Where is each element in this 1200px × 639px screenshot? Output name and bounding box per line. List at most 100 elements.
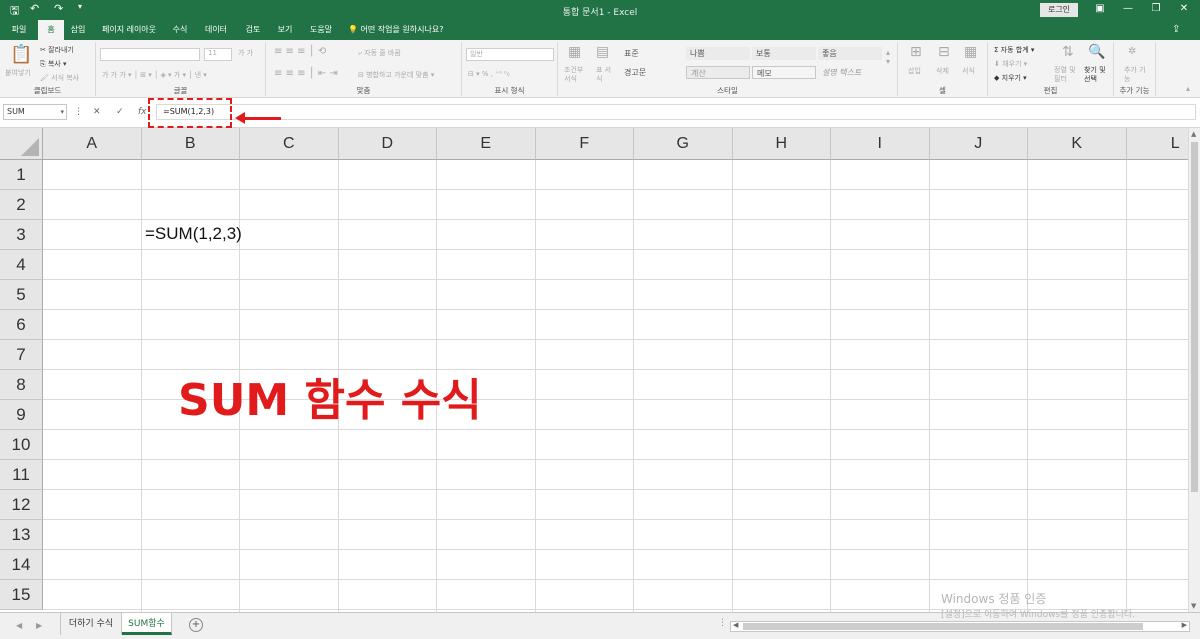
delete-cells-button[interactable]: 삭제 bbox=[936, 66, 949, 76]
column-header[interactable]: L bbox=[1126, 128, 1188, 160]
split-handle-icon[interactable]: ⋮ bbox=[718, 618, 727, 628]
styles-more-icon[interactable]: ▴ ▾ bbox=[886, 48, 890, 66]
scroll-thumb[interactable] bbox=[1191, 142, 1198, 492]
row-header[interactable]: 6 bbox=[0, 310, 43, 340]
scroll-right-icon[interactable]: ▶ bbox=[1182, 621, 1187, 629]
next-sheet-icon[interactable]: ▶ bbox=[36, 621, 42, 630]
column-header[interactable]: E bbox=[437, 128, 536, 160]
row-header[interactable]: 5 bbox=[0, 280, 43, 310]
paste-icon[interactable]: 📋 bbox=[10, 44, 32, 65]
formula-input[interactable]: =SUM(1,2,3) bbox=[156, 104, 1196, 120]
cancel-icon[interactable]: ✕ bbox=[93, 107, 101, 117]
format-painter-button[interactable]: 🖌 서식 복사 bbox=[40, 73, 79, 83]
style-warning[interactable]: 경고문 bbox=[620, 66, 684, 79]
font-grow-icon[interactable]: 가 가 bbox=[238, 48, 253, 58]
cell-b3[interactable]: =SUM(1,2,3) bbox=[145, 224, 242, 244]
enter-icon[interactable]: ✓ bbox=[116, 107, 124, 117]
column-header[interactable]: C bbox=[240, 128, 339, 160]
sort-filter-icon[interactable]: ⇅ bbox=[1062, 44, 1074, 60]
find-icon[interactable]: 🔍 bbox=[1088, 44, 1105, 60]
clear-button[interactable]: ◆ 지우기 ▾ bbox=[994, 73, 1027, 83]
hscroll-thumb[interactable] bbox=[743, 623, 1143, 630]
font-size-select[interactable]: 11 bbox=[204, 48, 232, 61]
select-all-corner[interactable] bbox=[0, 128, 43, 160]
table-format-icon[interactable]: ▤ bbox=[596, 44, 609, 60]
column-header[interactable]: B bbox=[141, 128, 240, 160]
scroll-up-icon[interactable]: ▲ bbox=[1191, 130, 1196, 138]
row-header[interactable]: 8 bbox=[0, 370, 43, 400]
sheet-tab-addition[interactable]: 더하기 수식 bbox=[60, 613, 122, 635]
sheet-tab-sum[interactable]: SUM함수 bbox=[122, 613, 172, 635]
tab-file[interactable]: 파일 bbox=[4, 20, 34, 40]
sort-filter-button[interactable]: 정렬 및 필터 bbox=[1054, 66, 1080, 84]
row-header[interactable]: 7 bbox=[0, 340, 43, 370]
insert-cells-button[interactable]: 삽입 bbox=[908, 66, 921, 76]
row-header[interactable]: 2 bbox=[0, 190, 43, 220]
fill-button[interactable]: ⬇ 채우기 ▾ bbox=[994, 59, 1027, 69]
conditional-format-icon[interactable]: ▦ bbox=[568, 44, 581, 60]
tab-insert[interactable]: 삽입 bbox=[66, 20, 90, 40]
column-header[interactable]: G bbox=[634, 128, 733, 160]
table-format-button[interactable]: 표 서식 bbox=[596, 66, 614, 84]
cut-button[interactable]: ✂ 잘라내기 bbox=[40, 45, 74, 55]
style-good[interactable]: 좋음 bbox=[818, 47, 882, 60]
paste-button[interactable]: 붙여넣기 bbox=[5, 68, 31, 78]
minimize-icon[interactable]: — bbox=[1118, 3, 1138, 14]
tab-formulas[interactable]: 수식 bbox=[168, 20, 192, 40]
align-top-icons[interactable]: ≡ ≡ ≡ │ ⟲ bbox=[274, 46, 326, 57]
style-note[interactable]: 메모 bbox=[752, 66, 816, 79]
style-explanatory[interactable]: 설명 텍스트 bbox=[818, 66, 882, 79]
add-sheet-icon[interactable]: + bbox=[189, 618, 203, 632]
style-normal[interactable]: 표준 bbox=[620, 47, 684, 60]
column-header[interactable]: K bbox=[1028, 128, 1127, 160]
tab-view[interactable]: 보기 bbox=[272, 20, 298, 40]
chevron-down-icon[interactable]: ▾ bbox=[60, 105, 64, 119]
find-select-button[interactable]: 찾기 및 선택 bbox=[1084, 66, 1112, 84]
row-header[interactable]: 1 bbox=[0, 160, 43, 190]
style-calculation[interactable]: 계산 bbox=[686, 66, 750, 79]
column-header[interactable]: I bbox=[831, 128, 930, 160]
font-name-select[interactable] bbox=[100, 48, 200, 61]
row-header[interactable]: 3 bbox=[0, 220, 43, 250]
font-style-buttons[interactable]: 가 가 가 ▾ │ ⊞ ▾ │ ◈ ▾ 가 ▾ │ 낸 ▾ bbox=[102, 70, 207, 80]
delete-cells-icon[interactable]: ⊟ bbox=[938, 44, 950, 60]
spreadsheet-grid[interactable]: ABCDEFGHIJKL 1 2 3 4 5 6 7 8 9 10 11 12 13 14 15 =SUM(… bbox=[0, 128, 1188, 612]
maximize-icon[interactable]: ❐ bbox=[1146, 3, 1166, 14]
column-header[interactable]: A bbox=[43, 128, 142, 160]
addins-button[interactable]: 추가 기능 bbox=[1124, 66, 1146, 84]
copy-button[interactable]: ⎘ 복사 ▾ bbox=[40, 59, 66, 69]
row-header[interactable]: 4 bbox=[0, 250, 43, 280]
row-header[interactable]: 12 bbox=[0, 490, 43, 520]
horizontal-scrollbar[interactable]: ◀ ▶ bbox=[730, 621, 1190, 632]
ribbon-display-icon[interactable]: ▣ bbox=[1090, 3, 1110, 14]
number-format-select[interactable]: 일반 bbox=[466, 48, 554, 61]
conditional-format-button[interactable]: 조건부 서식 bbox=[564, 66, 588, 84]
tab-review[interactable]: 검토 bbox=[240, 20, 266, 40]
tab-page-layout[interactable]: 페이지 레이아웃 bbox=[96, 20, 162, 40]
number-format-buttons[interactable]: ⊟ ▾ % , ⁺⁰ ⁰₀ bbox=[468, 70, 510, 78]
tab-data[interactable]: 데이터 bbox=[200, 20, 232, 40]
tell-me-search[interactable]: 💡 어떤 작업을 원하시나요? bbox=[348, 20, 443, 40]
collapse-ribbon-icon[interactable]: ▴ bbox=[1186, 84, 1190, 93]
tab-home[interactable]: 홈 bbox=[38, 20, 64, 40]
row-header[interactable]: 15 bbox=[0, 580, 43, 610]
column-header[interactable]: J bbox=[929, 128, 1028, 160]
tab-help[interactable]: 도움말 bbox=[304, 20, 338, 40]
insert-cells-icon[interactable]: ⊞ bbox=[910, 44, 922, 60]
prev-sheet-icon[interactable]: ◀ bbox=[16, 621, 22, 630]
format-cells-button[interactable]: 서식 bbox=[962, 66, 975, 76]
row-header[interactable]: 10 bbox=[0, 430, 43, 460]
merge-center-button[interactable]: ⊟ 병합하고 가운데 맞춤 ▾ bbox=[358, 70, 434, 80]
style-neutral[interactable]: 보통 bbox=[752, 47, 816, 60]
row-header[interactable]: 13 bbox=[0, 520, 43, 550]
share-icon[interactable]: ⇪ bbox=[1172, 24, 1180, 35]
insert-function-icon[interactable]: fx bbox=[138, 107, 147, 117]
vertical-scrollbar[interactable]: ▲ ▼ bbox=[1188, 128, 1200, 612]
name-box[interactable]: SUM ▾ bbox=[3, 104, 67, 120]
close-icon[interactable]: ✕ bbox=[1174, 3, 1194, 14]
row-header[interactable]: 14 bbox=[0, 550, 43, 580]
autosum-button[interactable]: Σ 자동 합계 ▾ bbox=[994, 45, 1034, 55]
column-header[interactable]: D bbox=[338, 128, 437, 160]
scroll-down-icon[interactable]: ▼ bbox=[1191, 602, 1196, 610]
style-bad[interactable]: 나쁨 bbox=[686, 47, 750, 60]
